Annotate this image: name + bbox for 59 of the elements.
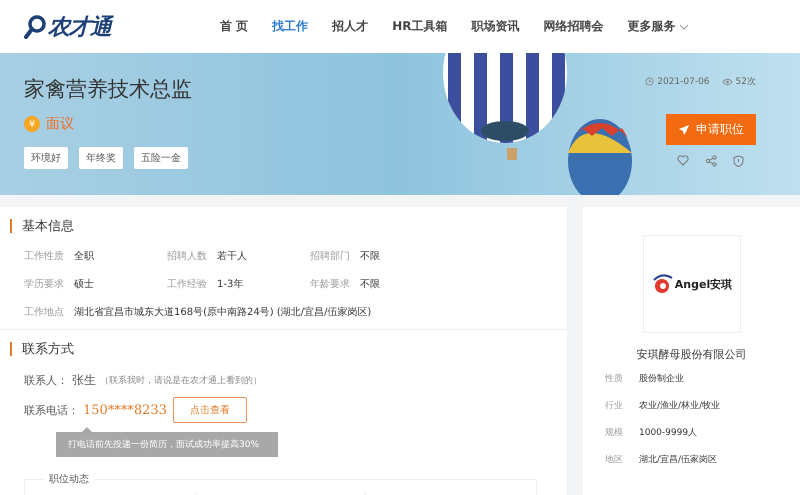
yen-icon: ¥ xyxy=(24,116,40,132)
nav-link[interactable]: 首 页 xyxy=(220,18,248,35)
company-field-value: 1000-9999人 xyxy=(639,426,698,439)
phone-label: 联系电话： xyxy=(24,402,79,418)
nav-link[interactable]: 职场资讯 xyxy=(471,18,520,35)
job-title: 家禽营养技术总监 xyxy=(24,76,192,103)
tooltip-arrow xyxy=(82,427,92,432)
field-label: 工作性质 xyxy=(24,250,64,263)
field-label: 年龄要求 xyxy=(310,278,350,291)
field-value: 湖北省宜昌市城东大道168号(原中南路24号) (湖北/宜昌/伍家岗区) xyxy=(74,306,372,319)
chevron-down-icon xyxy=(679,24,690,30)
benefit-tag: 五险一金 xyxy=(134,147,188,169)
company-field-value: 农业/渔业/林业/牧业 xyxy=(639,400,720,412)
nav-link[interactable]: 网络招聘会 xyxy=(543,18,604,35)
section-title: 联系方式 xyxy=(22,341,74,358)
magnifier-logo-icon xyxy=(24,14,46,38)
company-field-label: 行业 xyxy=(605,400,623,412)
field-value: 不限 xyxy=(360,278,380,291)
field-label: 学历要求 xyxy=(24,278,64,291)
logo-wordmark: Angel安琪 xyxy=(674,276,732,292)
shield-icon[interactable] xyxy=(733,155,744,167)
field-value: 硕士 xyxy=(74,278,94,291)
nav-link[interactable]: HR工具箱 xyxy=(392,18,448,35)
field-label: 工作地点 xyxy=(24,306,64,319)
field-label: 工作经验 xyxy=(167,278,207,291)
eye-icon xyxy=(722,78,733,86)
field-value: 若干人 xyxy=(217,250,247,263)
swirl-logo-icon xyxy=(650,274,673,294)
company-name[interactable]: 安琪酵母股份有限公司 xyxy=(636,347,746,362)
field-value: 全职 xyxy=(74,250,94,263)
benefit-tag: 年终奖 xyxy=(79,147,123,169)
post-date: 2021-07-06 xyxy=(657,76,710,86)
logo-text[interactable]: 农才通 xyxy=(48,12,111,42)
salary-text: 面议 xyxy=(46,115,74,133)
field-value: 1-3年 xyxy=(217,278,244,291)
nav-link[interactable]: 招人才 xyxy=(332,18,368,35)
contact-note: （联系我时，请说是在农才通上看到的） xyxy=(100,374,262,387)
stats-title: 职位动态 xyxy=(43,472,95,486)
contact-name: 张生 xyxy=(72,372,96,389)
company-field-label: 性质 xyxy=(605,372,623,385)
phone-number: 150****8233 xyxy=(83,402,168,418)
section-title: 基本信息 xyxy=(22,218,74,235)
view-count: 52次 xyxy=(736,76,756,88)
company-field-value: 股份制企业 xyxy=(639,372,684,385)
company-field-label: 地区 xyxy=(605,454,623,466)
field-label: 招聘人数 xyxy=(167,250,207,263)
clock-icon xyxy=(645,77,654,86)
tooltip: 打电话前先投递一份简历，面试成功率提高30% xyxy=(56,432,278,457)
nav-link[interactable]: 找工作 xyxy=(272,18,308,35)
nav-link[interactable]: 更多服务 xyxy=(627,18,690,35)
contact-label: 联系人： xyxy=(24,373,68,388)
benefit-tag: 环境好 xyxy=(24,147,68,169)
heart-icon[interactable] xyxy=(677,155,689,166)
field-label: 招聘部门 xyxy=(310,250,350,263)
company-field-label: 规模 xyxy=(605,426,623,439)
field-value: 不限 xyxy=(360,250,380,263)
share-icon[interactable] xyxy=(705,155,717,167)
company-field-value: 湖北/宜昌/伍家岗区 xyxy=(639,454,718,466)
paper-plane-icon xyxy=(678,124,690,136)
